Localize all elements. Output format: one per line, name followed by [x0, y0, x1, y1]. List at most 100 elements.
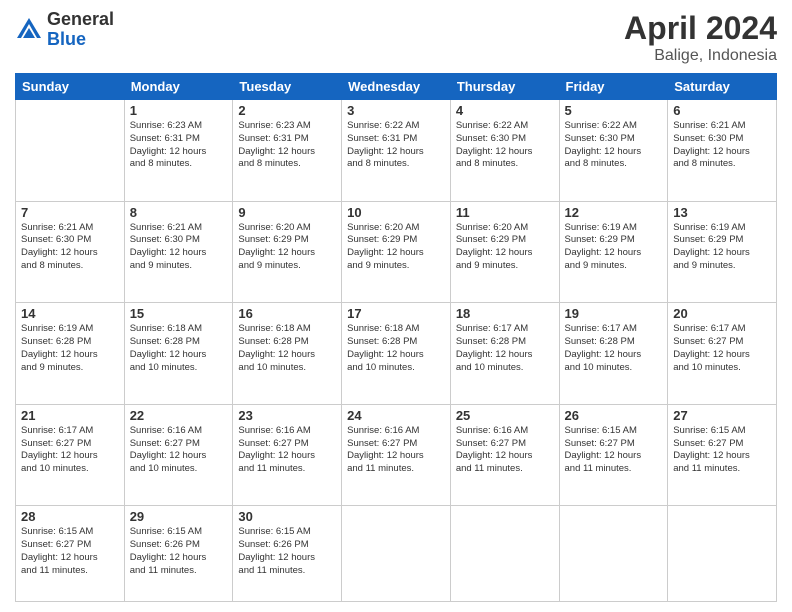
calendar-cell	[559, 506, 668, 602]
day-number: 9	[238, 205, 336, 220]
col-thursday: Thursday	[450, 74, 559, 100]
page: General Blue April 2024 Balige, Indonesi…	[0, 0, 792, 612]
day-number: 6	[673, 103, 771, 118]
day-info: Sunrise: 6:22 AMSunset: 6:31 PMDaylight:…	[347, 120, 445, 171]
day-number: 4	[456, 103, 554, 118]
day-info: Sunrise: 6:18 AMSunset: 6:28 PMDaylight:…	[130, 323, 228, 374]
calendar-cell: 20 Sunrise: 6:17 AMSunset: 6:27 PMDayligh…	[668, 303, 777, 405]
calendar-cell: 27 Sunrise: 6:15 AMSunset: 6:27 PMDayligh…	[668, 404, 777, 506]
calendar-cell	[342, 506, 451, 602]
header: General Blue April 2024 Balige, Indonesi…	[15, 10, 777, 65]
day-number: 22	[130, 408, 228, 423]
calendar-cell: 9 Sunrise: 6:20 AMSunset: 6:29 PMDaylight…	[233, 201, 342, 303]
calendar-cell: 5 Sunrise: 6:22 AMSunset: 6:30 PMDaylight…	[559, 100, 668, 202]
day-info: Sunrise: 6:17 AMSunset: 6:27 PMDaylight:…	[673, 323, 771, 374]
calendar-cell: 14Sunrise: 6:19 AMSunset: 6:28 PMDayligh…	[16, 303, 125, 405]
day-number: 25	[456, 408, 554, 423]
calendar-cell: 8 Sunrise: 6:21 AMSunset: 6:30 PMDaylight…	[124, 201, 233, 303]
day-info: Sunrise: 6:23 AMSunset: 6:31 PMDaylight:…	[130, 120, 228, 171]
calendar-cell: 25 Sunrise: 6:16 AMSunset: 6:27 PMDayligh…	[450, 404, 559, 506]
day-number: 30	[238, 509, 336, 524]
col-wednesday: Wednesday	[342, 74, 451, 100]
day-number: 12	[565, 205, 663, 220]
calendar-cell: 29 Sunrise: 6:15 AMSunset: 6:26 PMDayligh…	[124, 506, 233, 602]
calendar-cell	[450, 506, 559, 602]
calendar-cell: 28Sunrise: 6:15 AMSunset: 6:27 PMDayligh…	[16, 506, 125, 602]
calendar-cell: 17 Sunrise: 6:18 AMSunset: 6:28 PMDayligh…	[342, 303, 451, 405]
day-number: 20	[673, 306, 771, 321]
subtitle: Balige, Indonesia	[624, 47, 777, 65]
day-number: 3	[347, 103, 445, 118]
day-info: Sunrise: 6:21 AMSunset: 6:30 PMDaylight:…	[130, 222, 228, 273]
calendar-cell: 2 Sunrise: 6:23 AMSunset: 6:31 PMDaylight…	[233, 100, 342, 202]
day-number: 8	[130, 205, 228, 220]
day-info: Sunrise: 6:22 AMSunset: 6:30 PMDaylight:…	[565, 120, 663, 171]
calendar-cell: 21Sunrise: 6:17 AMSunset: 6:27 PMDayligh…	[16, 404, 125, 506]
day-number: 11	[456, 205, 554, 220]
calendar-cell: 6 Sunrise: 6:21 AMSunset: 6:30 PMDaylight…	[668, 100, 777, 202]
day-number: 1	[130, 103, 228, 118]
calendar-cell: 22 Sunrise: 6:16 AMSunset: 6:27 PMDayligh…	[124, 404, 233, 506]
calendar-cell: 13Sunrise: 6:19 AMSunset: 6:29 PMDayligh…	[668, 201, 777, 303]
calendar-cell: 7 Sunrise: 6:21 AMSunset: 6:30 PMDaylight…	[16, 201, 125, 303]
day-info: Sunrise: 6:16 AMSunset: 6:27 PMDaylight:…	[456, 425, 554, 476]
calendar-body: 1 Sunrise: 6:23 AMSunset: 6:31 PMDaylight…	[16, 100, 777, 602]
calendar-cell: 10Sunrise: 6:20 AMSunset: 6:29 PMDayligh…	[342, 201, 451, 303]
calendar-week-1: 1 Sunrise: 6:23 AMSunset: 6:31 PMDaylight…	[16, 100, 777, 202]
day-number: 17	[347, 306, 445, 321]
day-info: Sunrise: 6:21 AMSunset: 6:30 PMDaylight:…	[21, 222, 119, 273]
col-monday: Monday	[124, 74, 233, 100]
calendar-cell: 3 Sunrise: 6:22 AMSunset: 6:31 PMDaylight…	[342, 100, 451, 202]
day-number: 7	[21, 205, 119, 220]
calendar-cell: 26Sunrise: 6:15 AMSunset: 6:27 PMDayligh…	[559, 404, 668, 506]
day-info: Sunrise: 6:17 AMSunset: 6:27 PMDaylight:…	[21, 425, 119, 476]
col-friday: Friday	[559, 74, 668, 100]
day-number: 15	[130, 306, 228, 321]
day-info: Sunrise: 6:16 AMSunset: 6:27 PMDaylight:…	[238, 425, 336, 476]
calendar-cell: 15 Sunrise: 6:18 AMSunset: 6:28 PMDayligh…	[124, 303, 233, 405]
day-info: Sunrise: 6:22 AMSunset: 6:30 PMDaylight:…	[456, 120, 554, 171]
calendar-cell: 4 Sunrise: 6:22 AMSunset: 6:30 PMDaylight…	[450, 100, 559, 202]
day-number: 28	[21, 509, 119, 524]
day-info: Sunrise: 6:15 AMSunset: 6:26 PMDaylight:…	[130, 526, 228, 577]
day-number: 18	[456, 306, 554, 321]
calendar-header: Sunday Monday Tuesday Wednesday Thursday…	[16, 74, 777, 100]
day-info: Sunrise: 6:15 AMSunset: 6:27 PMDaylight:…	[565, 425, 663, 476]
logo: General Blue	[15, 10, 114, 50]
day-number: 27	[673, 408, 771, 423]
col-tuesday: Tuesday	[233, 74, 342, 100]
logo-blue-text: Blue	[47, 30, 114, 50]
day-number: 10	[347, 205, 445, 220]
day-info: Sunrise: 6:17 AMSunset: 6:28 PMDaylight:…	[565, 323, 663, 374]
calendar-cell: 16Sunrise: 6:18 AMSunset: 6:28 PMDayligh…	[233, 303, 342, 405]
col-sunday: Sunday	[16, 74, 125, 100]
day-number: 5	[565, 103, 663, 118]
calendar-cell: 24Sunrise: 6:16 AMSunset: 6:27 PMDayligh…	[342, 404, 451, 506]
logo-general-text: General	[47, 10, 114, 30]
day-number: 13	[673, 205, 771, 220]
calendar-cell	[668, 506, 777, 602]
day-number: 23	[238, 408, 336, 423]
day-info: Sunrise: 6:21 AMSunset: 6:30 PMDaylight:…	[673, 120, 771, 171]
day-info: Sunrise: 6:18 AMSunset: 6:28 PMDaylight:…	[347, 323, 445, 374]
day-number: 2	[238, 103, 336, 118]
day-number: 29	[130, 509, 228, 524]
day-info: Sunrise: 6:23 AMSunset: 6:31 PMDaylight:…	[238, 120, 336, 171]
day-info: Sunrise: 6:15 AMSunset: 6:27 PMDaylight:…	[673, 425, 771, 476]
calendar-cell: 23 Sunrise: 6:16 AMSunset: 6:27 PMDayligh…	[233, 404, 342, 506]
calendar-week-4: 21Sunrise: 6:17 AMSunset: 6:27 PMDayligh…	[16, 404, 777, 506]
col-saturday: Saturday	[668, 74, 777, 100]
day-info: Sunrise: 6:16 AMSunset: 6:27 PMDaylight:…	[130, 425, 228, 476]
calendar-cell: 12 Sunrise: 6:19 AMSunset: 6:29 PMDayligh…	[559, 201, 668, 303]
day-info: Sunrise: 6:19 AMSunset: 6:28 PMDaylight:…	[21, 323, 119, 374]
title-block: April 2024 Balige, Indonesia	[624, 10, 777, 65]
day-info: Sunrise: 6:20 AMSunset: 6:29 PMDaylight:…	[238, 222, 336, 273]
logo-icon	[15, 16, 43, 44]
day-info: Sunrise: 6:17 AMSunset: 6:28 PMDaylight:…	[456, 323, 554, 374]
calendar-cell: 11Sunrise: 6:20 AMSunset: 6:29 PMDayligh…	[450, 201, 559, 303]
logo-text: General Blue	[47, 10, 114, 50]
main-title: April 2024	[624, 10, 777, 47]
calendar-week-2: 7 Sunrise: 6:21 AMSunset: 6:30 PMDaylight…	[16, 201, 777, 303]
day-info: Sunrise: 6:19 AMSunset: 6:29 PMDaylight:…	[565, 222, 663, 273]
day-info: Sunrise: 6:16 AMSunset: 6:27 PMDaylight:…	[347, 425, 445, 476]
